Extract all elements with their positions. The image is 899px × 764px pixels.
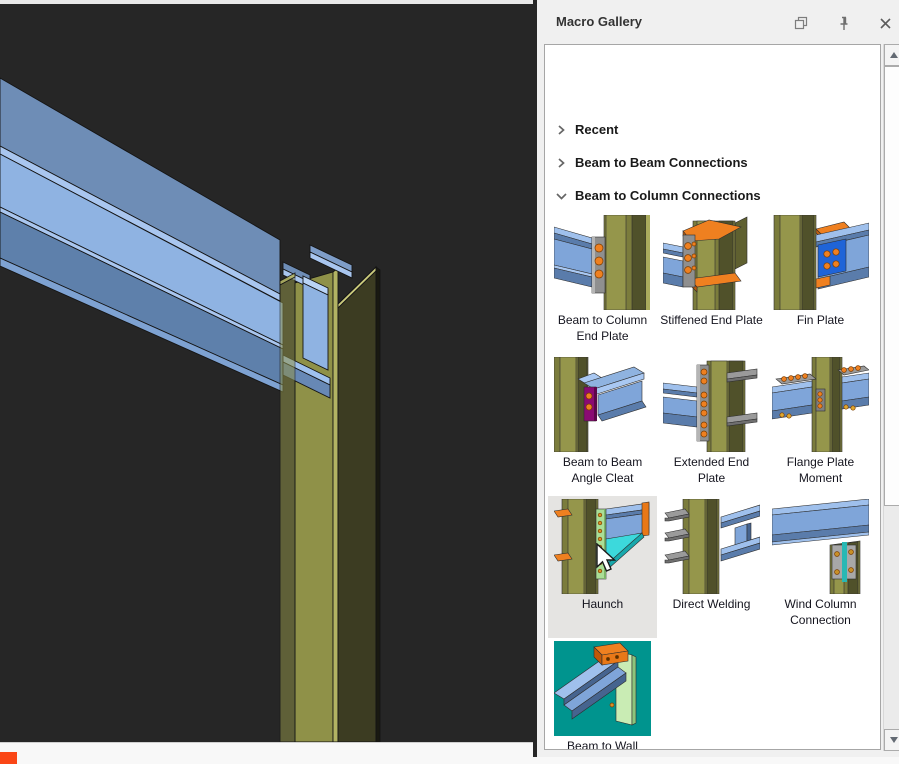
macro-item-beam-to-column-end-plate[interactable]: Beam to Column End Plate — [548, 212, 657, 354]
macro-gallery-panel: Macro Gallery — [533, 0, 899, 757]
macro-item-beam-to-beam-angle-cleat[interactable]: Beam to Beam Angle Cleat — [548, 354, 657, 496]
macro-thumbnail — [772, 215, 869, 310]
macro-thumbnail — [663, 499, 760, 594]
macro-item-direct-welding[interactable]: Direct Welding — [657, 496, 766, 638]
scroll-down-button[interactable] — [884, 729, 899, 751]
arrow-down-icon — [890, 737, 898, 743]
close-icon — [879, 17, 892, 30]
gallery-scrollbar[interactable] — [883, 44, 899, 751]
macro-thumbnail — [554, 357, 651, 452]
macro-item-label: Extended End Plate — [660, 454, 763, 486]
panel-header: Macro Gallery — [537, 0, 899, 44]
panel-title: Macro Gallery — [556, 14, 642, 29]
pin-icon — [838, 16, 850, 31]
section-label: Recent — [575, 122, 618, 137]
macro-item-fin-plate[interactable]: Fin Plate — [766, 212, 875, 354]
scroll-up-button[interactable] — [884, 44, 899, 66]
section-beam-to-beam[interactable]: Beam to Beam Connections — [545, 146, 880, 179]
macro-item-label: Beam to Beam Angle Cleat — [551, 454, 654, 486]
section-label: Beam to Beam Connections — [575, 155, 748, 170]
chevron-right-icon — [555, 157, 567, 169]
pin-panel-button[interactable] — [836, 15, 852, 31]
mouse-cursor-icon — [595, 543, 619, 575]
macro-item-label: Fin Plate — [769, 312, 872, 328]
close-panel-button[interactable] — [877, 15, 893, 31]
scrollbar-thumb[interactable] — [884, 66, 899, 506]
macro-item-label: Haunch — [551, 596, 654, 612]
macro-item-label: Beam to Wall — [551, 738, 654, 750]
macro-thumbnail — [663, 215, 760, 310]
macro-thumbnail — [554, 641, 651, 736]
section-label: Beam to Column Connections — [575, 188, 761, 203]
macro-thumbnail — [772, 499, 869, 594]
float-window-icon — [794, 16, 808, 30]
chevron-right-icon — [555, 124, 567, 136]
float-window-button[interactable] — [793, 15, 809, 31]
macro-thumbnail — [663, 357, 760, 452]
macro-item-label: Beam to Column End Plate — [551, 312, 654, 344]
macro-item-stiffened-end-plate[interactable]: Stiffened End Plate — [657, 212, 766, 354]
macro-item-wind-column-connection[interactable]: Wind Column Connection — [766, 496, 875, 638]
macro-item-extended-end-plate[interactable]: Extended End Plate — [657, 354, 766, 496]
macro-thumbnail — [554, 215, 651, 310]
application-window: Macro Gallery — [0, 0, 899, 764]
macro-item-label: Direct Welding — [660, 596, 763, 612]
model-viewport-3d[interactable] — [0, 4, 533, 742]
chevron-down-icon — [555, 190, 567, 202]
brand-logo — [0, 752, 17, 764]
macro-item-label: Wind Column Connection — [769, 596, 872, 628]
macro-item-beam-to-wall[interactable]: Beam to Wall — [548, 638, 657, 750]
column-near-flange-3d — [280, 273, 295, 742]
macro-item-label: Stiffened End Plate — [660, 312, 763, 328]
macro-item-flange-plate-moment[interactable]: Flange Plate Moment — [766, 354, 875, 496]
macro-item-label: Flange Plate Moment — [769, 454, 872, 486]
section-recent[interactable]: Recent — [545, 113, 880, 146]
gallery-content: Recent Beam to Beam Connections Beam to … — [544, 44, 881, 750]
model-3d-scene — [0, 4, 533, 742]
gallery-top-spacer — [545, 45, 880, 113]
section-beam-to-column[interactable]: Beam to Column Connections — [545, 179, 880, 212]
arrow-up-icon — [890, 52, 898, 58]
macro-grid: Beam to Column End Plate — [548, 212, 880, 750]
macro-thumbnail — [772, 357, 869, 452]
